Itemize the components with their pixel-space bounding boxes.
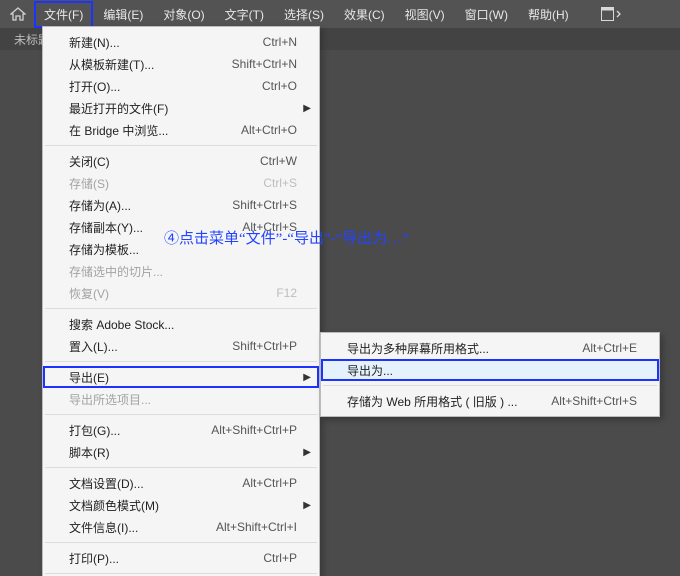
menu-item-shortcut: Alt+Ctrl+E [582,341,637,355]
menu-separator [45,308,317,309]
menu-item-shortcut: Alt+Shift+Ctrl+I [216,520,297,534]
export-menu-item[interactable]: 存储为 Web 所用格式 ( 旧版 ) ... Alt+Shift+Ctrl+S [321,390,659,412]
menu-item-label: 打包(G)... [69,422,181,439]
menubar-item-8[interactable]: 帮助(H) [518,1,579,28]
menubar-item-1[interactable]: 编辑(E) [93,1,153,28]
menu-item-label: 打印(P)... [69,550,233,567]
file-menu-item[interactable]: 脚本(R) ▶ [43,441,319,463]
export-submenu-dropdown: 导出为多种屏幕所用格式... Alt+Ctrl+E 导出为... 存储为 Web 所用… [320,332,660,417]
arrange-panels-icon[interactable] [599,5,623,23]
file-menu-item[interactable]: 导出(E) ▶ [43,366,319,388]
file-menu-item[interactable]: 最近打开的文件(F) ▶ [43,97,319,119]
file-menu-dropdown: 新建(N)...Ctrl+N从模板新建(T)...Shift+Ctrl+N打开(… [42,26,320,576]
file-menu-item[interactable]: 存储副本(Y)... Alt+Ctrl+S [43,216,319,238]
file-menu-item[interactable]: 打包(G)... Alt+Shift+Ctrl+P [43,419,319,441]
menu-item-label: 从模板新建(T)... [69,56,202,73]
chevron-right-icon: ▶ [303,447,311,458]
menu-item-label: 脚本(R) [69,444,297,461]
chevron-right-icon: ▶ [303,372,311,383]
menu-item-label: 存储为模板... [69,241,297,258]
menubar: 文件(F)编辑(E)对象(O)文字(T)选择(S)效果(C)视图(V)窗口(W)… [0,0,680,28]
file-menu-item[interactable]: 文档设置(D)... Alt+Ctrl+P [43,472,319,494]
menubar-item-5[interactable]: 效果(C) [334,1,395,28]
file-menu-item[interactable]: 在 Bridge 中浏览... Alt+Ctrl+O [43,119,319,141]
menu-item-label: 导出为多种屏幕所用格式... [347,340,552,357]
file-menu-item[interactable]: 存储为模板... [43,238,319,260]
menu-separator [323,385,657,386]
file-menu-item: 存储(S) Ctrl+S [43,172,319,194]
file-menu-item[interactable]: 关闭(C) Ctrl+W [43,150,319,172]
menu-item-label: 打开(O)... [69,78,232,95]
menu-item-label: 在 Bridge 中浏览... [69,122,211,139]
menu-item-label: 搜索 Adobe Stock... [69,316,297,333]
menu-item-shortcut: Ctrl+P [263,551,297,565]
menu-item-shortcut: Ctrl+W [260,154,297,168]
export-menu-item[interactable]: 导出为... [321,359,659,381]
menu-item-shortcut: Alt+Shift+Ctrl+S [551,394,637,408]
menu-item-label: 文档设置(D)... [69,475,212,492]
menubar-item-0[interactable]: 文件(F) [34,1,93,28]
export-menu-item[interactable]: 导出为多种屏幕所用格式... Alt+Ctrl+E [321,337,659,359]
menubar-item-2[interactable]: 对象(O) [153,1,214,28]
menu-item-shortcut: F12 [276,286,297,300]
menu-item-label: 导出所选项目... [69,391,297,408]
menu-item-label: 存储为 Web 所用格式 ( 旧版 ) ... [347,393,521,410]
file-menu-item[interactable]: 搜索 Adobe Stock... [43,313,319,335]
file-menu-item[interactable]: 存储为(A)... Shift+Ctrl+S [43,194,319,216]
menu-separator [45,542,317,543]
menu-item-label: 存储选中的切片... [69,263,297,280]
menu-separator [45,467,317,468]
file-menu-item[interactable]: 新建(N)... Ctrl+N [43,31,319,53]
menu-item-label: 导出(E) [69,369,297,386]
menu-item-shortcut: Ctrl+S [263,176,297,190]
file-menu-item: 恢复(V) F12 [43,282,319,304]
menu-item-label: 存储副本(Y)... [69,219,212,236]
menubar-item-3[interactable]: 文字(T) [215,1,274,28]
file-menu-item[interactable]: 打开(O)... Ctrl+O [43,75,319,97]
file-menu-item[interactable]: 打印(P)... Ctrl+P [43,547,319,569]
file-menu-item: 导出所选项目... [43,388,319,410]
menu-item-shortcut: Shift+Ctrl+N [232,57,297,71]
menu-item-label: 导出为... [347,362,637,379]
menu-item-label: 最近打开的文件(F) [69,100,297,117]
menu-item-label: 文件信息(I)... [69,519,186,536]
menu-item-shortcut: Ctrl+O [262,79,297,93]
menu-item-shortcut: Ctrl+N [263,35,297,49]
menu-separator [45,573,317,574]
menu-item-label: 关闭(C) [69,153,230,170]
file-menu-item[interactable]: 文件信息(I)... Alt+Shift+Ctrl+I [43,516,319,538]
menu-separator [45,361,317,362]
menu-item-label: 新建(N)... [69,34,233,51]
menu-item-shortcut: Alt+Ctrl+O [241,123,297,137]
menubar-item-4[interactable]: 选择(S) [274,1,334,28]
menu-separator [45,414,317,415]
file-menu-item[interactable]: 置入(L)... Shift+Ctrl+P [43,335,319,357]
chevron-right-icon: ▶ [303,500,311,511]
menu-item-shortcut: Alt+Shift+Ctrl+P [211,423,297,437]
menu-item-label: 恢复(V) [69,285,246,302]
menu-item-label: 存储为(A)... [69,197,202,214]
file-menu-item[interactable]: 文档颜色模式(M) ▶ [43,494,319,516]
menu-separator [45,145,317,146]
menu-item-shortcut: Alt+Ctrl+P [242,476,297,490]
menu-item-shortcut: Alt+Ctrl+S [242,220,297,234]
menubar-item-6[interactable]: 视图(V) [395,1,455,28]
home-icon[interactable] [8,4,28,24]
menu-item-label: 文档颜色模式(M) [69,497,297,514]
file-menu-item[interactable]: 从模板新建(T)... Shift+Ctrl+N [43,53,319,75]
file-menu-item: 存储选中的切片... [43,260,319,282]
menubar-item-7[interactable]: 窗口(W) [455,1,518,28]
menu-item-label: 置入(L)... [69,338,202,355]
menu-item-shortcut: Shift+Ctrl+P [232,339,297,353]
chevron-right-icon: ▶ [303,103,311,114]
menu-item-label: 存储(S) [69,175,233,192]
menu-item-shortcut: Shift+Ctrl+S [232,198,297,212]
